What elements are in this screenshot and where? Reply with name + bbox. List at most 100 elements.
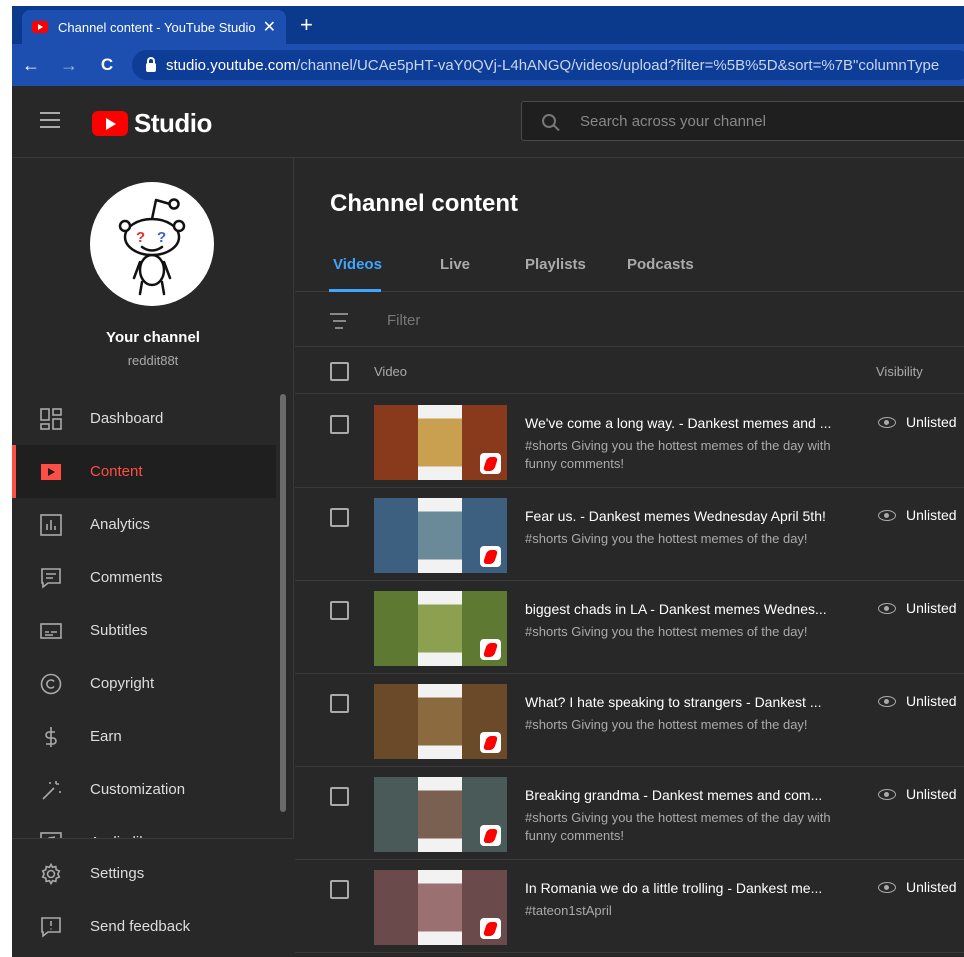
browser-tab[interactable]: Channel content - YouTube Studio ✕ bbox=[22, 10, 286, 44]
search-box[interactable] bbox=[521, 101, 964, 141]
table-row[interactable]: Fear us. - Dankest memes Wednesday April… bbox=[295, 488, 964, 581]
filter-input[interactable]: Filter bbox=[387, 312, 420, 329]
video-title[interactable]: We've come a long way. - Dankest memes a… bbox=[525, 415, 855, 431]
shorts-icon bbox=[480, 918, 501, 939]
sidebar-item-send-feedback[interactable]: Send feedback bbox=[12, 900, 294, 953]
video-thumbnail[interactable] bbox=[374, 870, 507, 945]
sidebar-item-label: Content bbox=[90, 463, 143, 480]
eye-icon bbox=[878, 788, 896, 800]
shorts-icon bbox=[480, 546, 501, 567]
visibility-label: Unlisted bbox=[906, 600, 957, 616]
sidebar-item-settings[interactable]: Settings bbox=[12, 847, 294, 900]
menu-icon[interactable] bbox=[40, 112, 60, 128]
tab-live[interactable]: Live bbox=[440, 256, 470, 273]
url-field[interactable]: studio.youtube.com/channel/UCAe5pHT-vaY0… bbox=[132, 50, 964, 80]
eye-icon bbox=[878, 602, 896, 614]
sidebar-item-label: Earn bbox=[90, 728, 122, 745]
sidebar-item-analytics[interactable]: Analytics bbox=[12, 498, 276, 551]
video-thumbnail[interactable] bbox=[374, 684, 507, 759]
sidebar-item-content[interactable]: Content bbox=[12, 445, 276, 498]
visibility-status[interactable]: Unlisted bbox=[878, 414, 957, 430]
video-title[interactable]: Breaking grandma - Dankest memes and com… bbox=[525, 787, 855, 803]
visibility-label: Unlisted bbox=[906, 879, 957, 895]
gear-icon bbox=[38, 861, 64, 887]
row-checkbox[interactable] bbox=[330, 601, 349, 620]
video-description: #shorts Giving you the hottest memes of … bbox=[525, 438, 831, 471]
eye-icon bbox=[878, 695, 896, 707]
active-tab-indicator bbox=[329, 289, 381, 292]
tab-videos[interactable]: Videos bbox=[333, 256, 382, 273]
avatar[interactable]: ? ? bbox=[90, 182, 214, 306]
row-checkbox[interactable] bbox=[330, 415, 349, 434]
back-button[interactable]: ← bbox=[12, 55, 50, 76]
filter-bar[interactable]: Filter bbox=[295, 293, 964, 347]
video-thumbnail[interactable] bbox=[374, 405, 507, 480]
meme-image bbox=[418, 405, 462, 480]
sidebar-item-subtitles[interactable]: Subtitles bbox=[12, 604, 276, 657]
table-row[interactable]: In Romania we do a little trolling - Dan… bbox=[295, 860, 964, 953]
row-checkbox[interactable] bbox=[330, 694, 349, 713]
logo-text: Studio bbox=[134, 108, 212, 138]
video-thumbnail[interactable] bbox=[374, 591, 507, 666]
analytics-icon bbox=[38, 512, 64, 538]
eye-icon bbox=[878, 416, 896, 428]
column-header-visibility[interactable]: Visibility bbox=[876, 364, 923, 379]
studio-header: Studio bbox=[12, 86, 964, 158]
shorts-icon bbox=[480, 639, 501, 660]
video-title[interactable]: In Romania we do a little trolling - Dan… bbox=[525, 880, 855, 896]
eye-icon bbox=[878, 509, 896, 521]
channel-name[interactable]: Your channel bbox=[12, 329, 294, 346]
sidebar-item-earn[interactable]: Earn bbox=[12, 710, 276, 763]
video-description: #shorts Giving you the hottest memes of … bbox=[525, 810, 831, 843]
sidebar-item-label: Analytics bbox=[90, 516, 151, 533]
sidebar-nav: Dashboard Content Analytics Comments Sub… bbox=[12, 392, 276, 869]
meme-image bbox=[418, 870, 462, 945]
studio-logo[interactable]: Studio bbox=[92, 108, 212, 139]
youtube-logo-icon bbox=[92, 111, 128, 136]
tab-close-icon[interactable]: ✕ bbox=[263, 17, 276, 37]
table-row[interactable]: biggest chads in LA - Dankest memes Wedn… bbox=[295, 581, 964, 674]
video-description: #shorts Giving you the hottest memes of … bbox=[525, 624, 808, 639]
forward-button[interactable]: → bbox=[50, 55, 88, 76]
select-all-checkbox[interactable] bbox=[330, 362, 349, 381]
search-input[interactable] bbox=[580, 112, 940, 130]
reload-button[interactable]: C bbox=[88, 55, 126, 75]
video-thumbnail[interactable] bbox=[374, 498, 507, 573]
visibility-label: Unlisted bbox=[906, 693, 957, 709]
video-title[interactable]: What? I hate speaking to strangers - Dan… bbox=[525, 694, 855, 710]
subtitles-icon bbox=[38, 618, 64, 644]
filter-icon[interactable] bbox=[330, 313, 348, 334]
sidebar-bottom-nav: Settings Send feedback bbox=[12, 838, 294, 957]
video-title[interactable]: Fear us. - Dankest memes Wednesday April… bbox=[525, 508, 855, 524]
dashboard-icon bbox=[38, 406, 64, 432]
tab-playlists[interactable]: Playlists bbox=[525, 256, 586, 273]
sidebar-item-label: Customization bbox=[90, 781, 186, 798]
visibility-status[interactable]: Unlisted bbox=[878, 600, 957, 616]
table-row[interactable]: Breaking grandma - Dankest memes and com… bbox=[295, 767, 964, 860]
row-checkbox[interactable] bbox=[330, 880, 349, 899]
new-tab-button[interactable]: + bbox=[300, 12, 313, 38]
visibility-label: Unlisted bbox=[906, 507, 957, 523]
video-title[interactable]: biggest chads in LA - Dankest memes Wedn… bbox=[525, 601, 855, 617]
visibility-status[interactable]: Unlisted bbox=[878, 507, 957, 523]
sidebar-item-label: Comments bbox=[90, 569, 163, 586]
visibility-status[interactable]: Unlisted bbox=[878, 786, 957, 802]
sidebar-item-label: Send feedback bbox=[90, 918, 191, 935]
table-row[interactable]: What? I hate speaking to strangers - Dan… bbox=[295, 674, 964, 767]
table-row[interactable]: We've come a long way. - Dankest memes a… bbox=[295, 395, 964, 488]
visibility-status[interactable]: Unlisted bbox=[878, 879, 957, 895]
sidebar-scrollbar[interactable] bbox=[280, 394, 286, 812]
video-thumbnail[interactable] bbox=[374, 777, 507, 852]
comments-icon bbox=[38, 565, 64, 591]
sidebar-item-dashboard[interactable]: Dashboard bbox=[12, 392, 276, 445]
sidebar-item-comments[interactable]: Comments bbox=[12, 551, 276, 604]
row-checkbox[interactable] bbox=[330, 508, 349, 527]
customization-icon bbox=[38, 777, 64, 803]
visibility-status[interactable]: Unlisted bbox=[878, 693, 957, 709]
sidebar-item-customization[interactable]: Customization bbox=[12, 763, 276, 816]
table-header: Video Visibility bbox=[295, 348, 964, 394]
column-header-video[interactable]: Video bbox=[374, 364, 407, 379]
sidebar-item-copyright[interactable]: Copyright bbox=[12, 657, 276, 710]
tab-podcasts[interactable]: Podcasts bbox=[627, 256, 694, 273]
row-checkbox[interactable] bbox=[330, 787, 349, 806]
